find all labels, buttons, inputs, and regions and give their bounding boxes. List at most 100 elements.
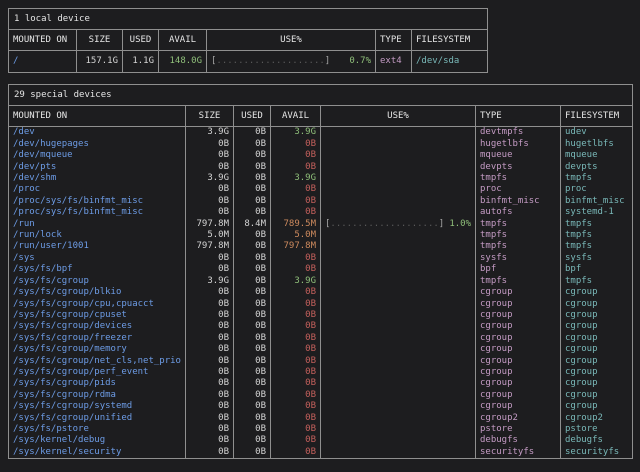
mount-cell: / [9,51,77,73]
usage-cell [321,162,476,173]
size-cell: 0B [186,196,234,207]
mount-cell: /sys/fs/cgroup/rdma [9,390,186,401]
fs-cell: sysfs [561,253,633,264]
mount-cell: /proc/sys/fs/binfmt_misc [9,196,186,207]
used-cell: 0B [234,196,271,207]
used-cell: 0B [234,276,271,287]
type-cell: hugetlbfs [476,139,561,150]
type-cell: cgroup2 [476,413,561,424]
size-cell: 0B [186,435,234,446]
avail-cell: 0B [271,435,321,446]
size-cell: 157.1G [77,51,123,73]
mount-cell: /dev [9,127,186,139]
used-cell: 8.4M [234,219,271,230]
mount-cell: /dev/pts [9,162,186,173]
table-row: /dev/mqueue0B0B0Bmqueuemqueue [9,150,633,161]
usage-cell [321,150,476,161]
fs-cell: hugetlbfs [561,139,633,150]
type-cell: cgroup [476,378,561,389]
used-cell: 0B [234,378,271,389]
usage-percent: 0.7% [349,56,371,67]
type-cell: sysfs [476,253,561,264]
used-cell: 0B [234,241,271,252]
used-cell: 1.1G [123,51,159,73]
special-devices-table: 29 special devices MOUNTED ONSIZEUSEDAVA… [8,84,633,459]
usage-cell [321,139,476,150]
type-cell: securityfs [476,447,561,459]
fs-cell: cgroup2 [561,413,633,424]
table-title-row: 1 local device [9,9,488,30]
fs-cell: debugfs [561,435,633,446]
avail-cell: 0B [271,196,321,207]
type-cell: cgroup [476,344,561,355]
column-header-size: SIZE [77,30,123,51]
size-cell: 0B [186,287,234,298]
used-cell: 0B [234,139,271,150]
special-devices-title: 29 special devices [9,85,633,106]
column-header-fs: FILESYSTEM [561,106,633,127]
type-cell: cgroup [476,310,561,321]
size-cell: 0B [186,321,234,332]
column-header-avail: AVAIL [271,106,321,127]
column-header-type: TYPE [476,106,561,127]
usage-cell [321,378,476,389]
usage-bar: [....................] [325,219,444,230]
size-cell: 3.9G [186,276,234,287]
fs-cell: pstore [561,424,633,435]
type-cell: tmpfs [476,230,561,241]
size-cell: 0B [186,344,234,355]
fs-cell: securityfs [561,447,633,459]
fs-cell: cgroup [561,299,633,310]
type-cell: tmpfs [476,241,561,252]
table-row: /sys/fs/cgroup/pids0B0B0Bcgroupcgroup [9,378,633,389]
fs-cell: devpts [561,162,633,173]
table-row: /run/lock5.0M0B5.0Mtmpfstmpfs [9,230,633,241]
size-cell: 0B [186,310,234,321]
mount-cell: /sys/fs/cgroup/systemd [9,401,186,412]
table-row: /proc0B0B0Bprocproc [9,184,633,195]
size-cell: 0B [186,413,234,424]
table-row: /sys/fs/cgroup/net_cls,net_prio0B0B0Bcgr… [9,356,633,367]
table-row: /sys/fs/cgroup/rdma0B0B0Bcgroupcgroup [9,390,633,401]
usage-cell [321,310,476,321]
column-header-mount: MOUNTED ON [9,30,77,51]
usage-cell [321,127,476,139]
fs-cell: binfmt_misc [561,196,633,207]
avail-cell: 0B [271,321,321,332]
mount-cell: /run/lock [9,230,186,241]
mount-cell: /sys/fs/bpf [9,264,186,275]
fs-cell: mqueue [561,150,633,161]
usage-cell [321,253,476,264]
usage-bar: [....................] [211,56,330,67]
mount-cell: /sys [9,253,186,264]
usage-cell [321,207,476,218]
used-cell: 0B [234,401,271,412]
avail-cell: 0B [271,447,321,459]
usage-cell [321,435,476,446]
used-cell: 0B [234,184,271,195]
avail-cell: 0B [271,264,321,275]
avail-cell: 0B [271,184,321,195]
mount-cell: /sys/kernel/debug [9,435,186,446]
usage-cell: [....................] 0.7% [207,51,376,73]
size-cell: 797.8M [186,241,234,252]
type-cell: cgroup [476,367,561,378]
fs-cell: proc [561,184,633,195]
type-cell: cgroup [476,401,561,412]
type-cell: tmpfs [476,276,561,287]
fs-cell: bpf [561,264,633,275]
fs-cell: cgroup [561,287,633,298]
used-cell: 0B [234,173,271,184]
usage-cell [321,184,476,195]
column-header-use: USE% [207,30,376,51]
table-row: /run/user/1001797.8M0B797.8Mtmpfstmpfs [9,241,633,252]
column-header-type: TYPE [376,30,412,51]
fs-cell: cgroup [561,356,633,367]
usage-cell [321,333,476,344]
size-cell: 0B [186,367,234,378]
usage-cell [321,196,476,207]
size-cell: 5.0M [186,230,234,241]
avail-cell: 0B [271,207,321,218]
type-cell: bpf [476,264,561,275]
size-cell: 0B [186,390,234,401]
